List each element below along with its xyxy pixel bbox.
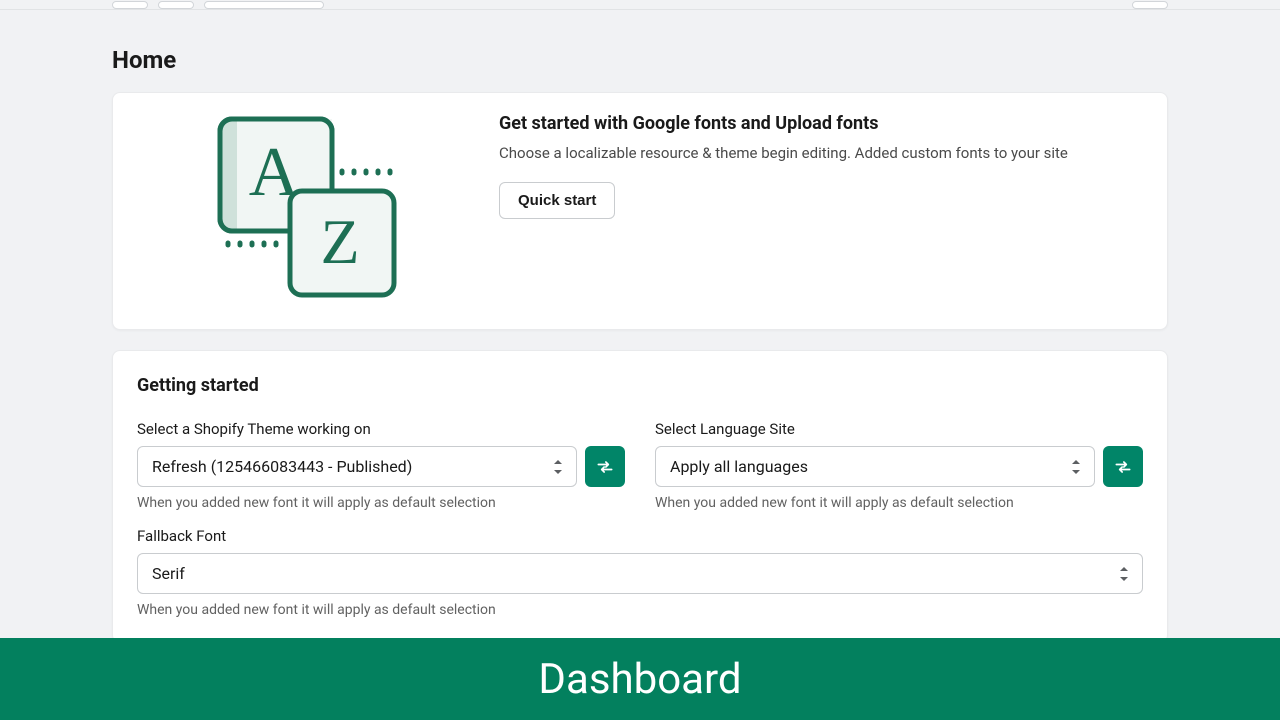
- select-arrows-icon: [1120, 567, 1130, 581]
- fallback-select-value: Serif: [152, 564, 185, 583]
- footer-banner: Dashboard: [0, 638, 1280, 720]
- footer-label: Dashboard: [538, 655, 741, 704]
- topbar: [0, 0, 1280, 10]
- fallback-help-text: When you added new font it will apply as…: [137, 602, 1143, 618]
- quick-start-button[interactable]: Quick start: [499, 182, 615, 219]
- hero-description: Choose a localizable resource & theme be…: [499, 144, 1143, 162]
- hero-card: A Z Get started with Google fonts and Up…: [112, 92, 1168, 330]
- theme-field: Select a Shopify Theme working on Refres…: [137, 420, 625, 511]
- fallback-label: Fallback Font: [137, 527, 1143, 545]
- language-select[interactable]: Apply all languages: [655, 446, 1095, 487]
- getting-started-card: Getting started Select a Shopify Theme w…: [112, 350, 1168, 643]
- topbar-button-1[interactable]: [112, 1, 148, 9]
- topbar-button-2[interactable]: [158, 1, 194, 9]
- fallback-field: Fallback Font Serif When you added new f…: [137, 527, 1143, 618]
- swap-icon: [595, 457, 615, 477]
- swap-icon: [1113, 457, 1133, 477]
- fallback-select[interactable]: Serif: [137, 553, 1143, 594]
- topbar-left: [112, 1, 324, 9]
- language-swap-button[interactable]: [1103, 446, 1143, 487]
- theme-swap-button[interactable]: [585, 446, 625, 487]
- select-arrows-icon: [1072, 460, 1082, 474]
- topbar-button-right[interactable]: [1132, 1, 1168, 9]
- hero-title: Get started with Google fonts and Upload…: [499, 113, 1143, 134]
- hero-content: Get started with Google fonts and Upload…: [499, 111, 1143, 219]
- page-title: Home: [112, 46, 1168, 74]
- theme-help-text: When you added new font it will apply as…: [137, 495, 625, 511]
- language-help-text: When you added new font it will apply as…: [655, 495, 1143, 511]
- language-field: Select Language Site Apply all languages…: [655, 420, 1143, 511]
- language-select-value: Apply all languages: [670, 457, 808, 476]
- select-arrows-icon: [554, 460, 564, 474]
- theme-select-value: Refresh (125466083443 - Published): [152, 457, 412, 476]
- hero-illustration: A Z: [137, 111, 467, 311]
- topbar-button-3[interactable]: [204, 1, 324, 9]
- topbar-right: [1132, 1, 1168, 9]
- svg-text:Z: Z: [320, 206, 359, 277]
- language-label: Select Language Site: [655, 420, 1143, 438]
- az-icon: A Z: [202, 111, 402, 311]
- theme-label: Select a Shopify Theme working on: [137, 420, 625, 438]
- theme-select[interactable]: Refresh (125466083443 - Published): [137, 446, 577, 487]
- getting-started-title: Getting started: [137, 375, 1143, 396]
